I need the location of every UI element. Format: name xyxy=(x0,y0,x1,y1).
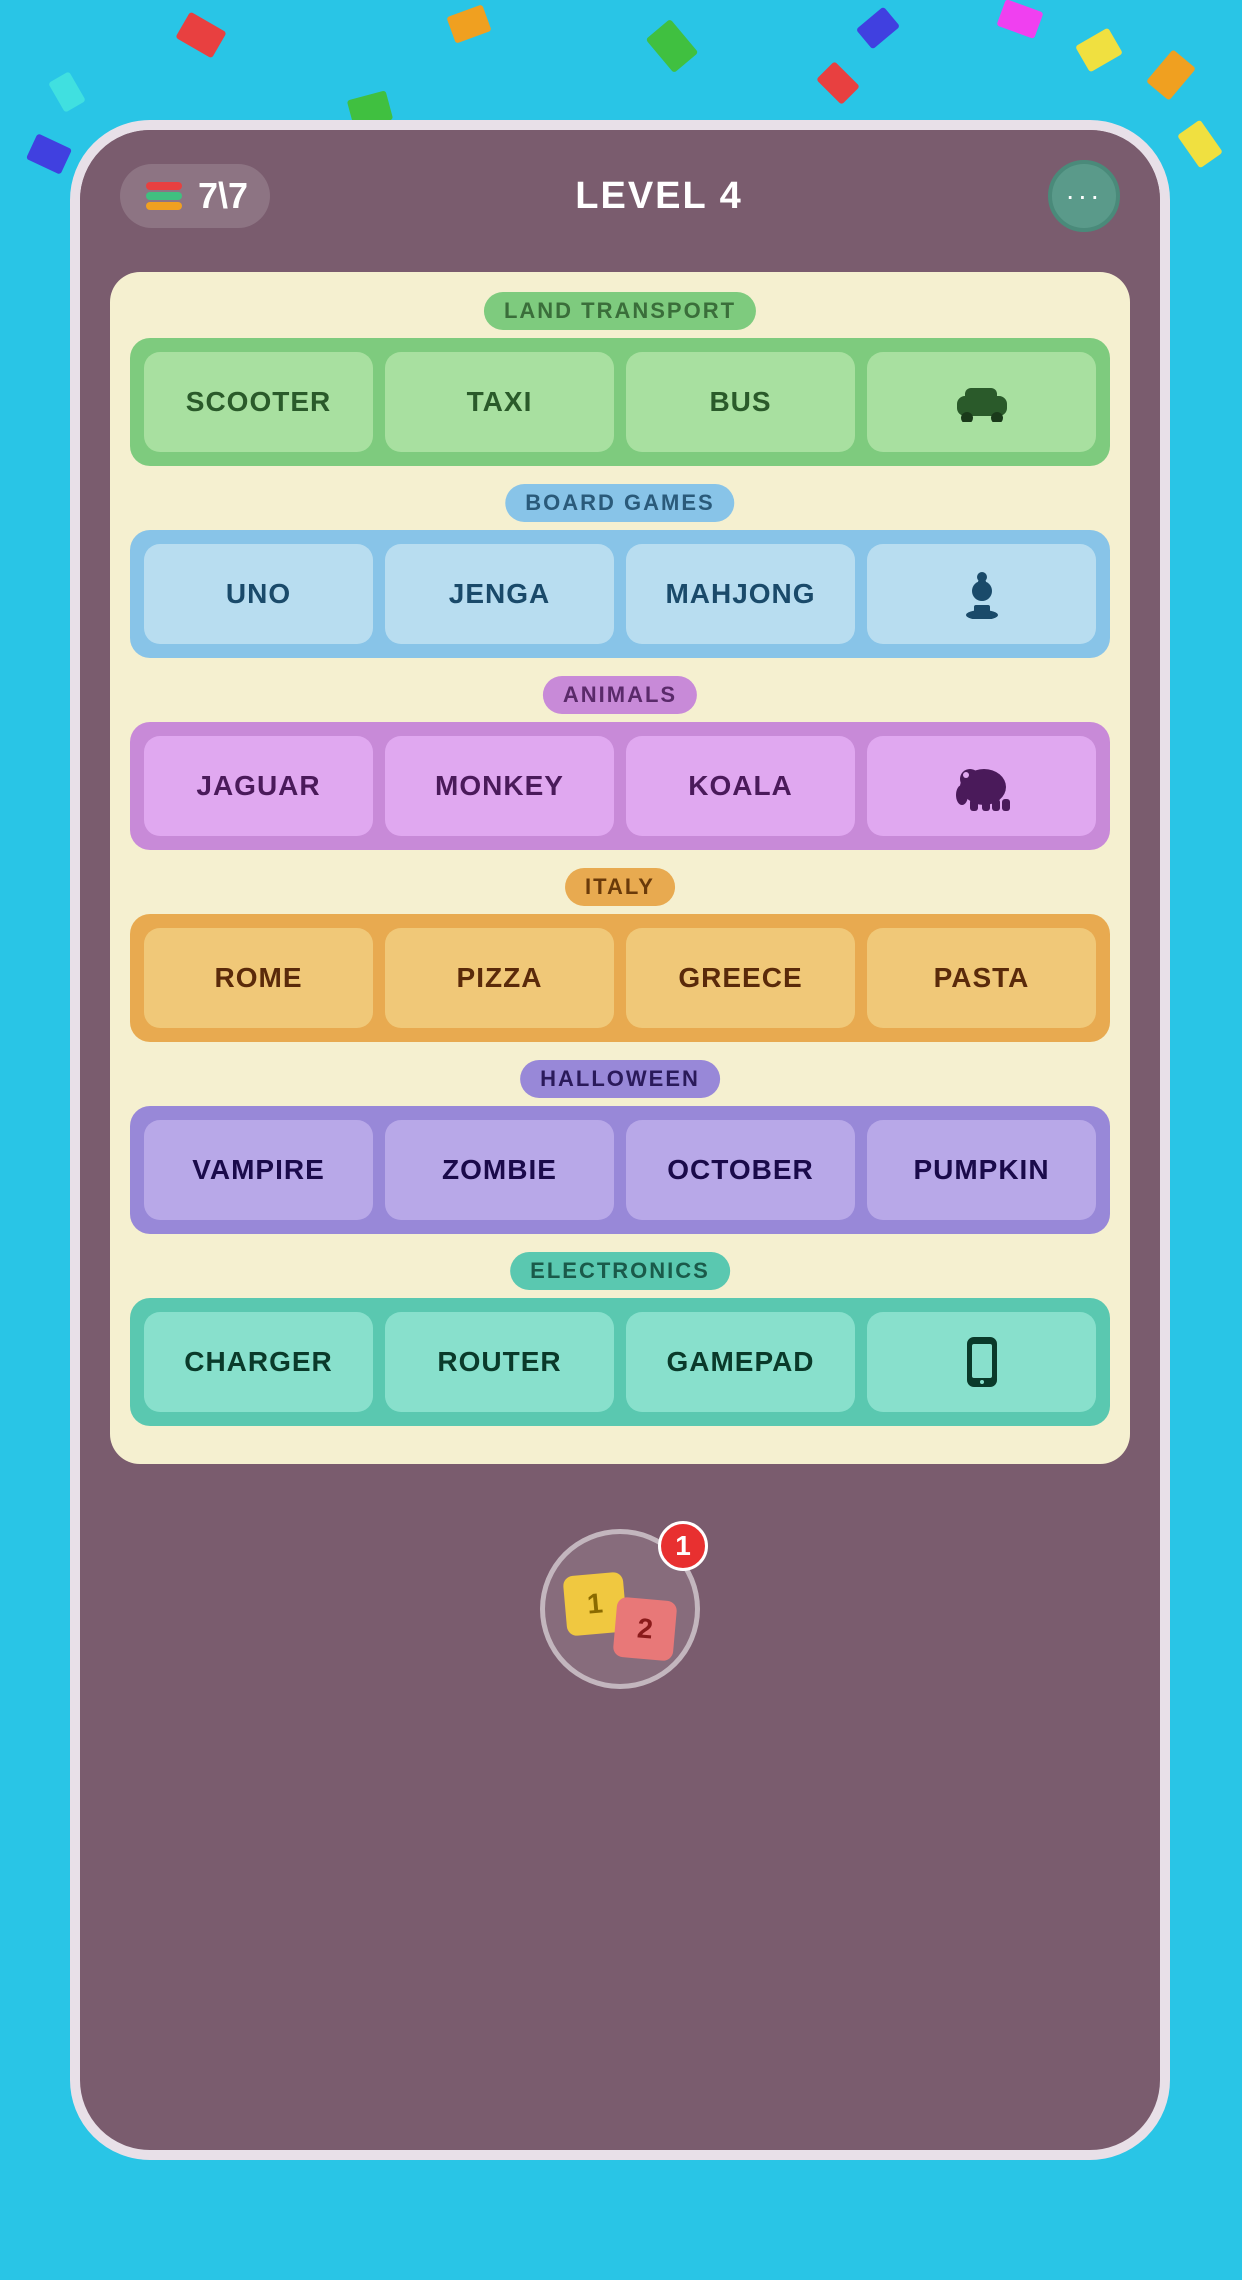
confetti-10 xyxy=(1146,49,1196,100)
category-label-board-games: BOARD GAMES xyxy=(505,484,734,522)
tile-vampire[interactable]: VAMPIRE xyxy=(144,1120,373,1220)
confetti-5 xyxy=(996,0,1043,39)
menu-button[interactable]: ··· xyxy=(1048,160,1120,232)
phone-frame: 7\7 LEVEL 4 ··· LAND TRANSPORT SCOOTER T… xyxy=(70,120,1170,2160)
confetti-2 xyxy=(446,4,491,43)
car-icon xyxy=(955,382,1009,422)
tile-greece[interactable]: GREECE xyxy=(626,928,855,1028)
tile-mahjong[interactable]: MAHJONG xyxy=(626,544,855,644)
phone-icon xyxy=(964,1336,1000,1388)
tile-bus[interactable]: BUS xyxy=(626,352,855,452)
game-board: LAND TRANSPORT SCOOTER TAXI BUS xyxy=(110,272,1130,1464)
confetti-9 xyxy=(816,61,860,105)
category-board-games: BOARD GAMES UNO JENGA MAHJONG xyxy=(130,484,1110,658)
tile-gamepad[interactable]: GAMEPAD xyxy=(626,1312,855,1412)
level-title: LEVEL 4 xyxy=(575,175,742,218)
category-italy: ITALY ROME PIZZA GREECE PASTA xyxy=(130,868,1110,1042)
tile-pumpkin[interactable]: PUMPKIN xyxy=(867,1120,1096,1220)
menu-dots-icon: ··· xyxy=(1065,180,1102,212)
confetti-13 xyxy=(1177,120,1223,169)
tile-zombie[interactable]: ZOMBIE xyxy=(385,1120,614,1220)
category-label-electronics: ELECTRONICS xyxy=(510,1252,730,1290)
score-display: 7\7 xyxy=(198,175,248,217)
category-label-animals: ANIMALS xyxy=(543,676,697,714)
electronics-row: CHARGER ROUTER GAMEPAD xyxy=(130,1298,1110,1426)
category-animals: ANIMALS JAGUAR MONKEY KOALA xyxy=(130,676,1110,850)
layers-icon xyxy=(142,174,186,218)
tile-rome[interactable]: ROME xyxy=(144,928,373,1028)
tile-elephant-icon[interactable] xyxy=(867,736,1096,836)
halloween-row: VAMPIRE ZOMBIE OCTOBER PUMPKIN xyxy=(130,1106,1110,1234)
confetti-4 xyxy=(856,6,900,49)
italy-row: ROME PIZZA GREECE PASTA xyxy=(130,914,1110,1042)
tile-jaguar[interactable]: JAGUAR xyxy=(144,736,373,836)
confetti-7 xyxy=(48,71,86,112)
confetti-3 xyxy=(646,19,699,73)
land-transport-row: SCOOTER TAXI BUS xyxy=(130,338,1110,466)
score-badge: 7\7 xyxy=(120,164,270,228)
notification-badge: 1 xyxy=(658,1521,708,1571)
category-halloween: HALLOWEEN VAMPIRE ZOMBIE OCTOBER PUMPKIN xyxy=(130,1060,1110,1234)
tile-monkey[interactable]: MONKEY xyxy=(385,736,614,836)
board-games-row: UNO JENGA MAHJONG xyxy=(130,530,1110,658)
tile-chess-icon[interactable] xyxy=(867,544,1096,644)
chess-icon xyxy=(964,569,1000,619)
category-electronics: ELECTRONICS CHARGER ROUTER GAMEPAD xyxy=(130,1252,1110,1426)
tile-charger[interactable]: CHARGER xyxy=(144,1312,373,1412)
category-label-halloween: HALLOWEEN xyxy=(520,1060,720,1098)
tile-car-icon[interactable] xyxy=(867,352,1096,452)
tile-pasta[interactable]: PASTA xyxy=(867,928,1096,1028)
puzzle-button[interactable]: 1 2 1 xyxy=(540,1529,700,1689)
tile-uno[interactable]: UNO xyxy=(144,544,373,644)
tile-router[interactable]: ROUTER xyxy=(385,1312,614,1412)
header: 7\7 LEVEL 4 ··· xyxy=(80,130,1160,262)
tile-taxi[interactable]: TAXI xyxy=(385,352,614,452)
tile-pizza[interactable]: PIZZA xyxy=(385,928,614,1028)
bottom-area: 1 2 1 xyxy=(80,1484,1160,1734)
tile-koala[interactable]: KOALA xyxy=(626,736,855,836)
puzzle-tile-2: 2 xyxy=(612,1596,677,1661)
category-label-land-transport: LAND TRANSPORT xyxy=(484,292,756,330)
tile-scooter[interactable]: SCOOTER xyxy=(144,352,373,452)
category-land-transport: LAND TRANSPORT SCOOTER TAXI BUS xyxy=(130,292,1110,466)
confetti-11 xyxy=(26,133,72,174)
tile-phone-icon[interactable] xyxy=(867,1312,1096,1412)
animals-row: JAGUAR MONKEY KOALA xyxy=(130,722,1110,850)
confetti-6 xyxy=(1075,28,1123,73)
tile-october[interactable]: OCTOBER xyxy=(626,1120,855,1220)
elephant-icon xyxy=(952,759,1012,813)
confetti-1 xyxy=(175,12,226,59)
category-label-italy: ITALY xyxy=(565,868,675,906)
tile-jenga[interactable]: JENGA xyxy=(385,544,614,644)
